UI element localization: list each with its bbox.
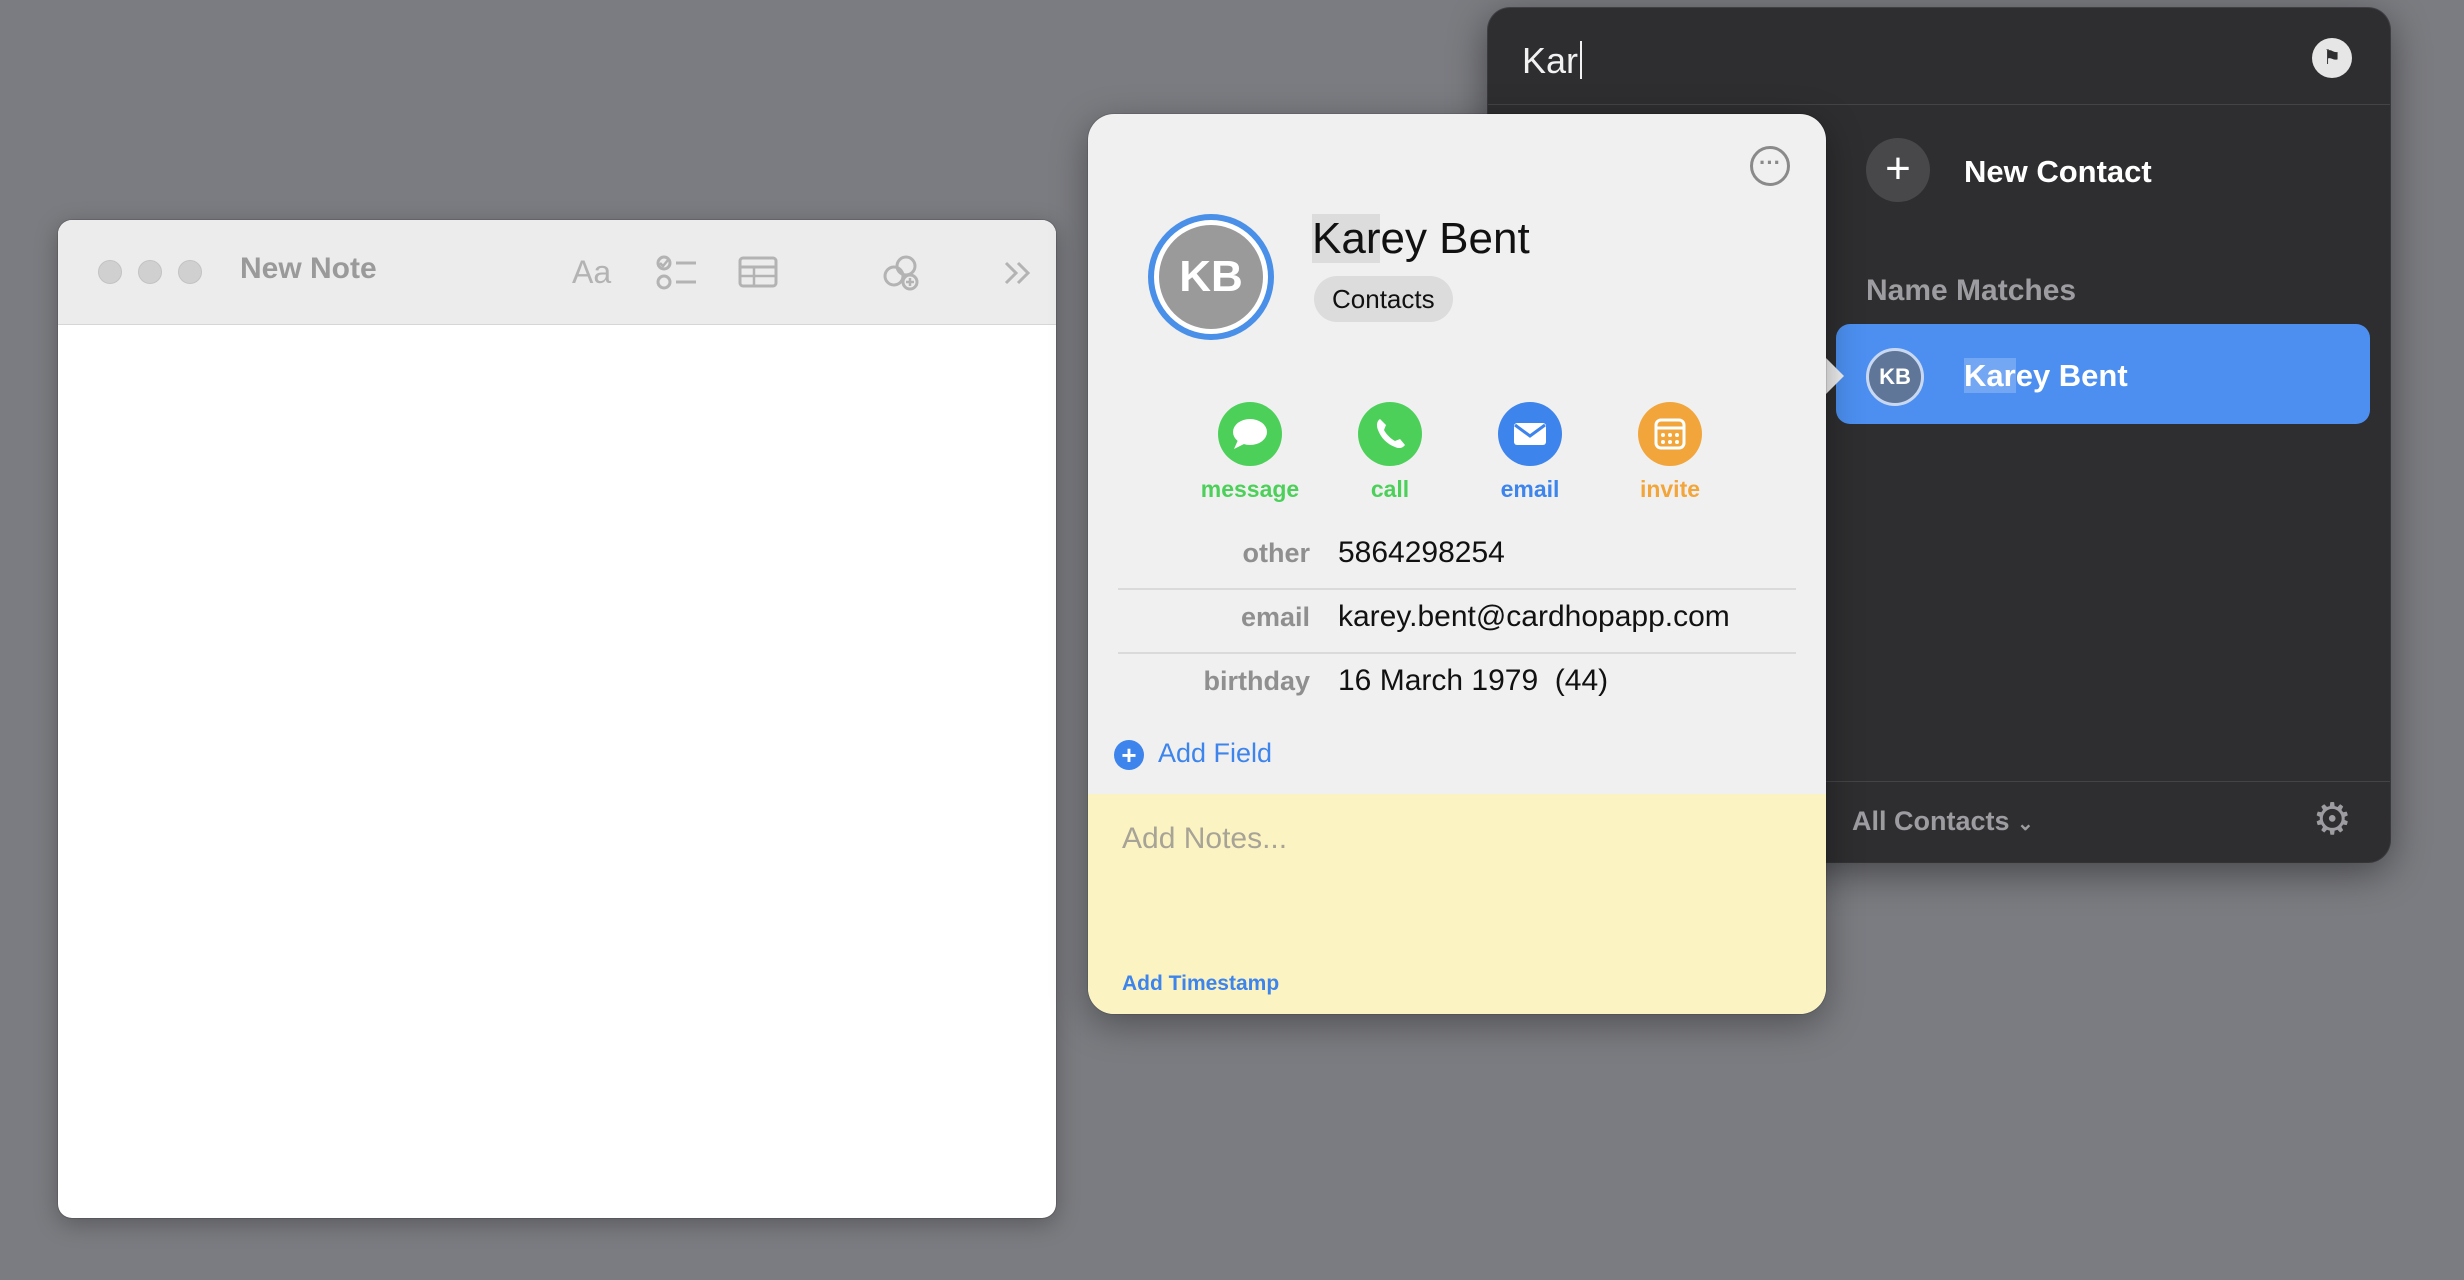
name-matches-heading: Name Matches [1866,274,2077,307]
field-label: other [1242,538,1311,568]
add-field-label: Add Field [1158,738,1273,768]
add-timestamp-button[interactable]: Add Timestamp [1122,972,1279,996]
notes-window: New Note Aa [58,220,1056,1218]
more-options-icon[interactable]: ··· [1750,146,1790,186]
contact-avatar[interactable]: KB [1148,214,1274,340]
message-button[interactable]: message [1190,402,1310,503]
message-label: message [1200,476,1300,502]
contacts-filter-label: All Contacts [1852,806,2010,836]
contact-card: ··· KB Karey Bent Contacts message call … [1088,114,1826,1014]
search-row: Kar ⚑ [1488,8,2390,105]
contacts-filter-dropdown[interactable]: All Contacts ⌄ [1852,806,2034,837]
email-label: email [1500,476,1560,502]
field-value: 16 March 1979 (44) [1338,664,1609,697]
calendar-icon [1638,402,1702,466]
gear-icon[interactable]: ⚙ [2313,798,2352,842]
minimize-window-button[interactable] [138,260,162,284]
avatar: KB [1866,348,1924,406]
call-button[interactable]: call [1330,402,1450,503]
match-name: Karey Bent [1964,358,2128,394]
more-chevron-icon[interactable] [1002,260,1036,286]
chevron-down-icon: ⌄ [2017,813,2034,835]
zoom-window-button[interactable] [178,260,202,284]
invite-label: invite [1639,476,1701,502]
text-caret [1580,41,1583,79]
field-value: 5864298254 [1338,536,1505,569]
plus-icon: + [1114,740,1144,770]
contact-name-rest: ey Bent [1380,214,1530,263]
group-badge[interactable]: Contacts [1314,276,1453,322]
popover-arrow [1826,358,1844,394]
message-icon [1218,402,1282,466]
checklist-icon[interactable] [656,254,698,292]
plus-icon: + [1866,138,1930,202]
note-body[interactable] [58,325,1056,1218]
email-button[interactable]: email [1470,402,1590,503]
contact-name[interactable]: Karey Bent [1312,214,1530,264]
match-name-rest: ey Bent [2015,358,2128,393]
phone-icon [1358,402,1422,466]
field-label: email [1240,602,1310,632]
field-row-other[interactable]: other 5864298254 [1118,526,1796,590]
field-value: karey.bent@cardhopapp.com [1338,600,1730,633]
invite-button[interactable]: invite [1610,402,1730,503]
close-window-button[interactable] [98,260,122,284]
table-icon[interactable] [738,256,778,288]
field-row-email[interactable]: email karey.bent@cardhopapp.com [1118,590,1796,654]
link-share-icon[interactable] [880,252,922,292]
field-row-birthday[interactable]: birthday 16 March 1979 (44) [1118,654,1796,716]
envelope-icon [1498,402,1562,466]
new-contact-label: New Contact [1964,154,2152,189]
avatar-initials: KB [1159,225,1263,329]
match-row-karey-bent[interactable]: KB Karey Bent [1836,324,2370,424]
search-value: Kar [1522,40,1579,81]
field-label: birthday [1203,666,1310,696]
match-highlight: Kar [1964,358,2016,393]
notes-placeholder: Add Notes... [1122,822,1288,855]
notes-toolbar: New Note Aa [58,220,1056,325]
contact-name-highlight: Kar [1312,214,1381,263]
notes-field[interactable]: Add Notes... Add Timestamp [1088,794,1826,1014]
flag-icon[interactable]: ⚑ [2312,38,2352,78]
text-format-icon[interactable]: Aa [572,254,611,291]
search-input[interactable]: Kar [1522,40,1583,82]
note-title: New Note [240,252,377,285]
call-label: call [1370,476,1410,502]
